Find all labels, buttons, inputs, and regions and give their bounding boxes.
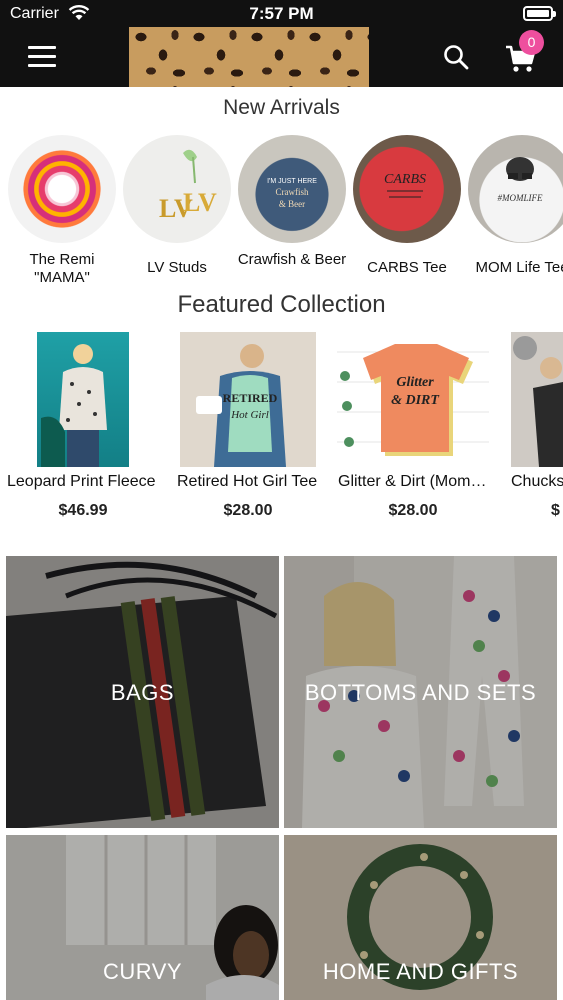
product-image: Glitter & DIRT xyxy=(337,332,489,467)
category-tile-curvy[interactable]: CURVY xyxy=(6,835,279,1000)
svg-text:CARBS: CARBS xyxy=(384,172,426,187)
arrival-item-carbs[interactable]: CARBS CARBS Tee xyxy=(352,135,462,277)
top-bar: Carrier 7:57 PM 0 xyxy=(0,0,563,87)
svg-text:I'M JUST HERE: I'M JUST HERE xyxy=(267,178,317,185)
arrival-label: The Remi "MAMA" xyxy=(29,251,95,286)
product-price: $28.00 xyxy=(223,502,273,519)
arrival-image xyxy=(8,135,116,243)
cart-count-badge: 0 xyxy=(519,30,544,55)
product-name: Glitter & Dirt (Mom… xyxy=(338,473,487,490)
featured-collection-title: Featured Collection xyxy=(177,291,386,318)
product-name: Leopard Print Fleece xyxy=(7,473,156,490)
category-tile-bottoms-and-sets[interactable]: BOTTOMS AND SETS xyxy=(284,556,557,828)
product-image xyxy=(37,332,129,467)
search-icon[interactable] xyxy=(443,44,469,70)
store-logo[interactable] xyxy=(129,27,369,87)
svg-text:& DIRT: & DIRT xyxy=(391,393,440,408)
svg-text:Hot Girl: Hot Girl xyxy=(230,409,269,421)
product-image: RETIRED Hot Girl xyxy=(180,332,316,467)
hamburger-menu-icon[interactable] xyxy=(28,46,56,68)
svg-text:RETIRED: RETIRED xyxy=(223,391,278,405)
product-name: Chucks xyxy=(511,473,563,490)
product-price: $46.99 xyxy=(58,502,108,519)
arrival-item-remi[interactable]: The Remi "MAMA" xyxy=(7,135,117,287)
category-tile-bags[interactable]: BAGS xyxy=(6,556,279,828)
arrival-label: MOM Life Tee xyxy=(475,259,563,276)
status-bar: Carrier 7:57 PM xyxy=(0,0,563,28)
svg-text:LV: LV xyxy=(183,188,217,217)
product-price: $28.00 xyxy=(388,502,438,519)
arrival-label: LV Studs xyxy=(147,259,207,276)
product-name: Retired Hot Girl Tee xyxy=(177,473,318,490)
svg-text:#MOMLIFE: #MOMLIFE xyxy=(498,193,543,203)
category-label: BOTTOMS AND SETS xyxy=(304,680,537,705)
svg-text:Glitter: Glitter xyxy=(396,375,434,390)
arrival-image: CARBS xyxy=(353,135,461,243)
arrival-label: Crawfish & Beer xyxy=(237,251,347,268)
arrival-item-lv-studs[interactable]: LV LV LV Studs xyxy=(122,135,232,277)
arrival-item-crawfish[interactable]: I'M JUST HERE Crawfish & Beer Crawfish &… xyxy=(237,135,347,269)
arrival-label: CARBS Tee xyxy=(367,259,447,276)
svg-text:Crawfish: Crawfish xyxy=(276,187,309,197)
arrival-image: LV LV xyxy=(123,135,231,243)
category-label: HOME AND GIFTS xyxy=(322,959,519,984)
category-label: CURVY xyxy=(102,959,183,984)
category-tile-home-and-gifts[interactable]: HOME AND GIFTS xyxy=(284,835,557,1000)
svg-text:& Beer: & Beer xyxy=(279,199,305,209)
arrival-image: I'M JUST HERE Crawfish & Beer xyxy=(238,135,346,243)
product-price: $ xyxy=(551,502,560,519)
category-label: BAGS xyxy=(110,680,175,705)
arrival-item-mom-life[interactable]: #MOMLIFE MOM Life Tee xyxy=(467,135,563,277)
battery-icon xyxy=(523,6,556,21)
clock: 7:57 PM xyxy=(249,4,314,23)
new-arrivals-title: New Arrivals xyxy=(223,96,340,119)
arrival-image: #MOMLIFE xyxy=(468,135,563,243)
product-image xyxy=(511,332,563,467)
